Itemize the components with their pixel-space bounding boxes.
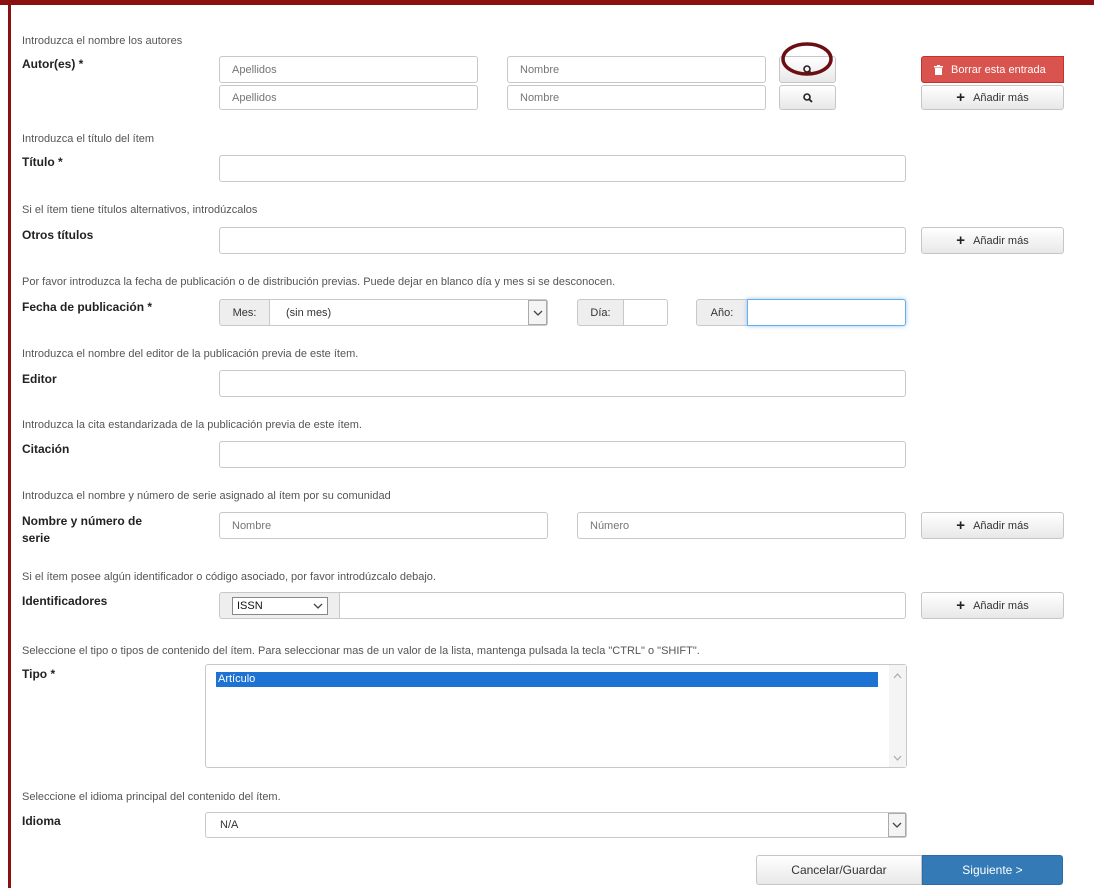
delete-entry-label: Borrar esta entrada — [951, 63, 1046, 76]
series-add-more-button[interactable]: + Añadir más — [921, 512, 1064, 539]
series-number-input[interactable] — [577, 512, 906, 539]
day-addon: Día: — [577, 299, 624, 326]
pub-date-label: Fecha de publicación * — [22, 300, 153, 314]
type-listbox-scrollbar[interactable] — [889, 665, 906, 767]
title-input[interactable] — [219, 155, 906, 182]
month-select[interactable]: (sin mes) — [269, 299, 548, 326]
type-help: Seleccione el tipo o tipos de contenido … — [22, 645, 700, 657]
identifier-value-input[interactable] — [339, 592, 906, 619]
chevron-down-icon — [313, 603, 323, 609]
trash-icon — [934, 64, 943, 75]
scroll-down-icon[interactable] — [893, 755, 902, 761]
title-help: Introduzca el título del ítem — [22, 133, 155, 145]
type-label: Tipo * — [22, 667, 56, 681]
window-frame-left — [8, 0, 11, 888]
author-surname-input-2[interactable] — [219, 85, 478, 110]
year-input[interactable] — [747, 299, 906, 326]
language-label: Idioma — [22, 814, 61, 828]
pub-date-help: Por favor introduzca la fecha de publica… — [22, 276, 616, 288]
author-surname-input-1[interactable] — [219, 56, 478, 83]
identifiers-label: Identificadores — [22, 594, 108, 608]
search-icon — [802, 92, 813, 103]
add-more-label: Añadir más — [973, 91, 1029, 104]
author-name-input-2[interactable] — [507, 85, 766, 110]
plus-icon: + — [956, 89, 966, 106]
authors-label: Autor(es) * — [22, 57, 84, 71]
chevron-down-icon — [892, 822, 902, 828]
series-label-line-2: serie — [22, 531, 51, 545]
publisher-label: Editor — [22, 372, 57, 386]
year-addon: Año: — [696, 299, 748, 326]
author-lookup-button-2[interactable] — [779, 85, 836, 110]
highlight-circle-annotation — [781, 42, 833, 76]
type-option-selected[interactable]: Artículo — [216, 672, 878, 687]
language-dropdown-arrow[interactable] — [888, 813, 906, 837]
language-select-value: N/A — [220, 819, 239, 831]
other-titles-help: Si el ítem tiene títulos alternativos, i… — [22, 204, 258, 216]
chevron-down-icon — [533, 310, 542, 316]
add-more-label: Añadir más — [973, 234, 1029, 247]
authors-help: Introduzca el nombre los autores — [22, 35, 183, 47]
publisher-help: Introduzca el nombre del editor de la pu… — [22, 348, 359, 360]
window-frame-top — [0, 0, 1094, 5]
publisher-input[interactable] — [219, 370, 906, 397]
cancel-save-button[interactable]: Cancelar/Guardar — [756, 855, 922, 885]
title-label: Título * — [22, 155, 63, 169]
series-label-line-1: Nombre y número de — [22, 514, 143, 528]
plus-icon: + — [956, 517, 966, 534]
citation-label: Citación — [22, 442, 70, 456]
citation-help: Introduzca la cita estandarizada de la p… — [22, 419, 362, 431]
month-select-value: (sin mes) — [286, 306, 332, 319]
author-name-input-1[interactable] — [507, 56, 766, 83]
other-titles-input[interactable] — [219, 227, 906, 254]
other-titles-add-more-button[interactable]: + Añadir más — [921, 227, 1064, 254]
series-help: Introduzca el nombre y número de serie a… — [22, 490, 391, 502]
series-name-input[interactable] — [219, 512, 548, 539]
identifiers-help: Si el ítem posee algún identificador o c… — [22, 571, 436, 583]
scroll-up-icon[interactable] — [893, 673, 902, 679]
month-addon: Mes: — [219, 299, 270, 326]
language-help: Seleccione el idioma principal del conte… — [22, 791, 281, 803]
identifiers-add-more-button[interactable]: + Añadir más — [921, 592, 1064, 619]
type-listbox[interactable]: Artículo — [205, 664, 907, 768]
month-dropdown-arrow[interactable] — [528, 300, 547, 325]
plus-icon: + — [956, 597, 966, 614]
identifier-type-value: ISSN — [237, 600, 263, 612]
other-titles-label: Otros títulos — [22, 228, 94, 242]
add-more-label: Añadir más — [973, 599, 1029, 612]
delete-entry-button[interactable]: Borrar esta entrada — [921, 56, 1064, 83]
series-label: Nombre y número de serie — [22, 514, 142, 546]
day-input[interactable] — [623, 299, 668, 326]
language-select[interactable]: N/A — [205, 812, 907, 838]
identifier-type-select[interactable]: ISSN — [232, 597, 328, 615]
authors-add-more-button[interactable]: + Añadir más — [921, 85, 1064, 110]
plus-icon: + — [956, 232, 966, 249]
add-more-label: Añadir más — [973, 519, 1029, 532]
citation-input[interactable] — [219, 441, 906, 468]
next-button[interactable]: Siguiente > — [922, 855, 1063, 885]
